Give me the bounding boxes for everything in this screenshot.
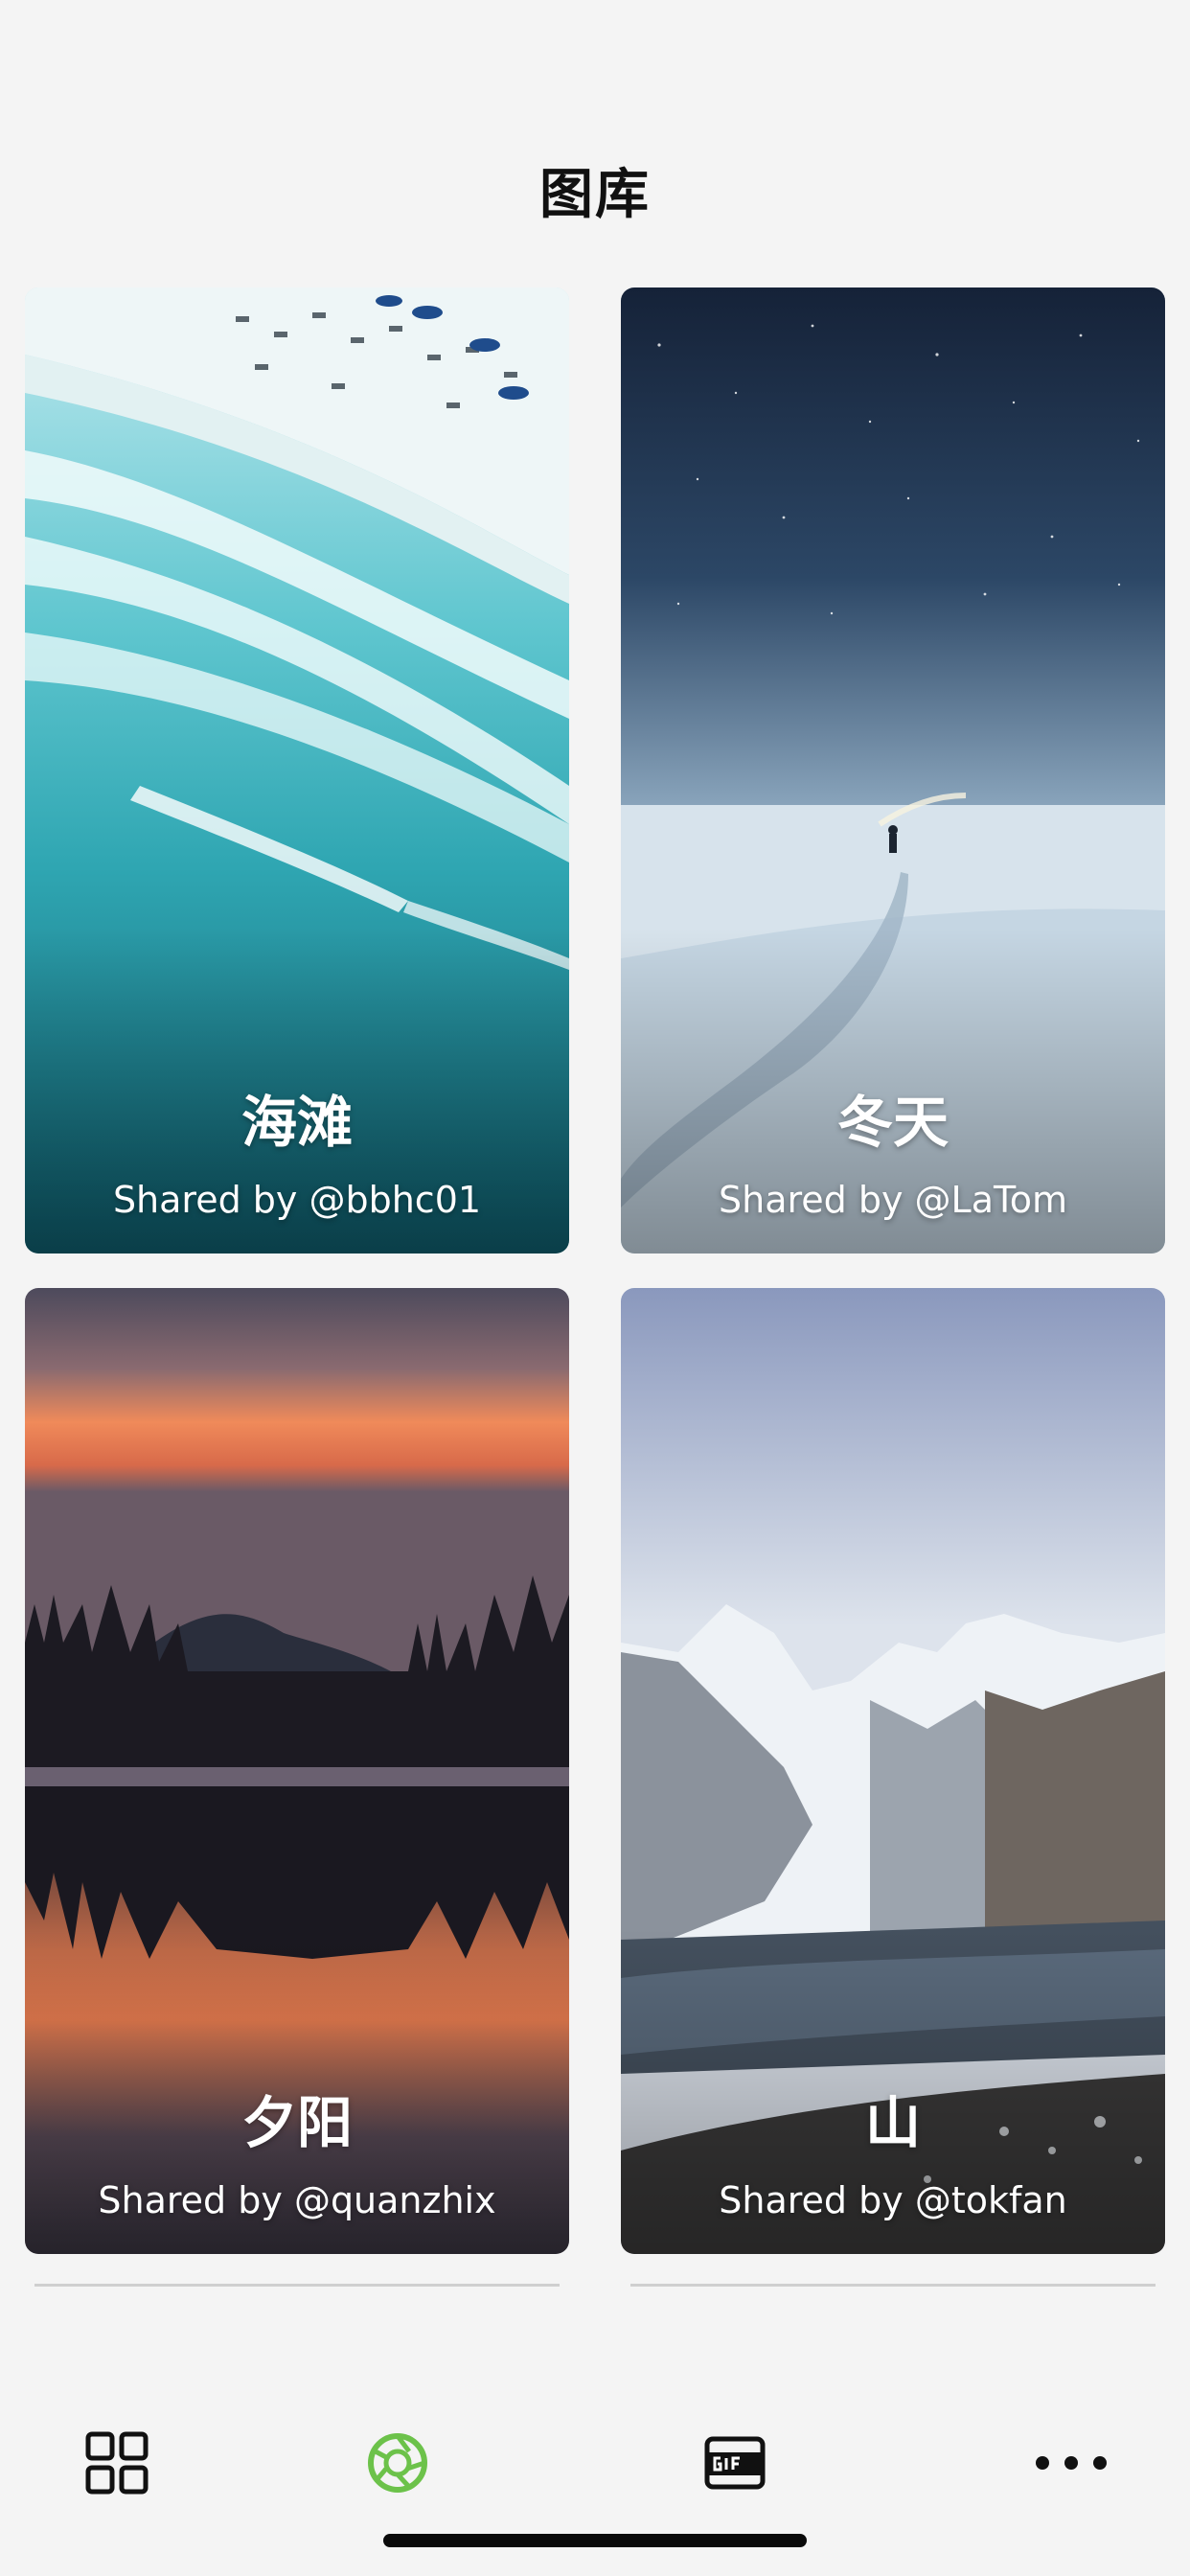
next-card-right-edge <box>630 2284 1156 2287</box>
home-indicator <box>383 2534 807 2547</box>
grid-icon <box>85 2431 149 2495</box>
next-card-left-edge <box>34 2284 560 2287</box>
tab-grid[interactable] <box>59 2405 174 2520</box>
tab-aperture[interactable] <box>340 2405 455 2520</box>
bottom-tab-bar <box>0 2329 1190 2576</box>
gallery-card-beach[interactable]: 海滩 Shared by @bbhc01 <box>25 288 569 1254</box>
header: 图库 <box>0 0 1190 278</box>
page-title: 图库 <box>539 164 651 226</box>
gallery-card-mountain[interactable]: 山 Shared by @tokfan <box>621 1288 1165 2254</box>
tab-more[interactable] <box>1014 2405 1129 2520</box>
gallery-grid[interactable]: 海滩 Shared by @bbhc01 冬天 Shared by @LaTom… <box>0 0 1190 2576</box>
card-credit: Shared by @bbhc01 <box>112 1179 482 1221</box>
card-title: 冬天 <box>836 1090 949 1155</box>
card-title: 海滩 <box>240 1090 353 1155</box>
card-credit: Shared by @LaTom <box>718 1179 1068 1221</box>
card-title: 山 <box>864 2090 921 2155</box>
tab-gif[interactable] <box>677 2405 792 2520</box>
more-dots-icon <box>1036 2456 1107 2470</box>
aperture-icon <box>368 2433 427 2493</box>
card-credit: Shared by @quanzhix <box>98 2179 496 2221</box>
card-credit: Shared by @tokfan <box>719 2179 1067 2221</box>
gif-icon <box>704 2436 766 2490</box>
card-title: 夕阳 <box>240 2090 353 2155</box>
gallery-card-sunset[interactable]: 夕阳 Shared by @quanzhix <box>25 1288 569 2254</box>
gallery-card-winter[interactable]: 冬天 Shared by @LaTom <box>621 288 1165 1254</box>
